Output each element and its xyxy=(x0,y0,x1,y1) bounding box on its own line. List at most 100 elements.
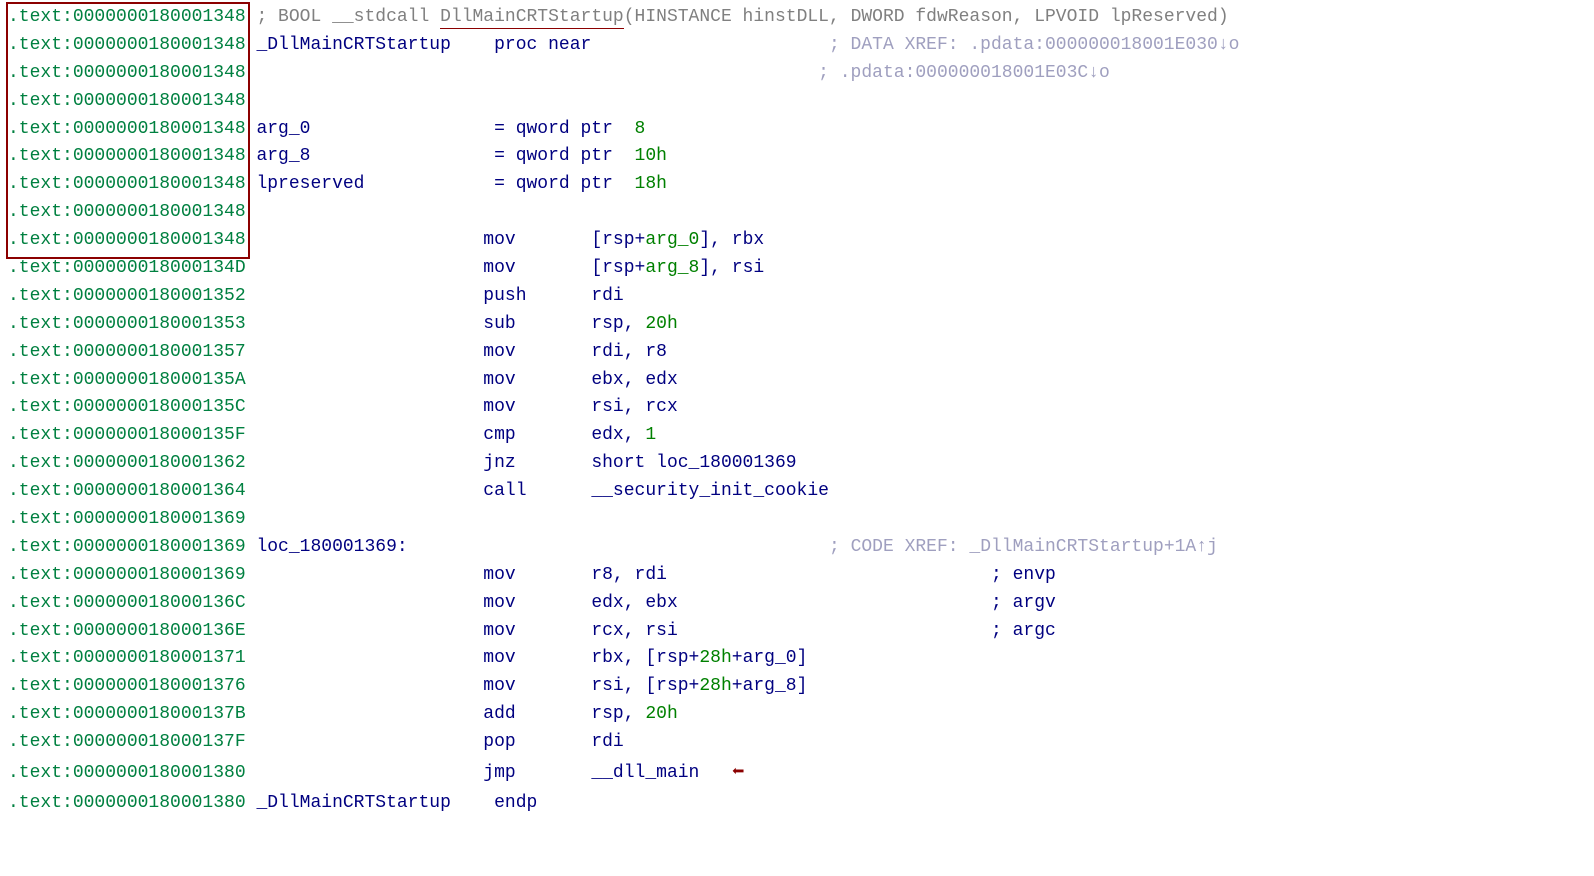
label xyxy=(256,258,483,278)
disasm-line[interactable]: .text:0000000180001380 jmp __dll_main ⬅ xyxy=(8,757,1586,790)
segment-label: .text: xyxy=(8,537,73,557)
xref-comment[interactable]: ; CODE XREF: _DllMainCRTStartup+1A↑j xyxy=(829,537,1218,557)
disasm-line[interactable]: .text:0000000180001348 ; BOOL __stdcall … xyxy=(8,4,1586,32)
disasm-line[interactable]: .text:0000000180001362 jnz short loc_180… xyxy=(8,450,1586,478)
address: 000000018000137B xyxy=(73,704,246,724)
segment-label: .text: xyxy=(8,35,73,55)
address: 0000000180001371 xyxy=(73,648,246,668)
segment-label: .text: xyxy=(8,763,73,783)
disasm-line[interactable]: .text:0000000180001376 mov rsi, [rsp+28h… xyxy=(8,673,1586,701)
label: loc_180001369: xyxy=(256,537,407,557)
label: _DllMainCRTStartup xyxy=(256,793,494,813)
label: arg_0 xyxy=(256,119,494,139)
xref-comment[interactable]: ; .pdata:000000018001E03C↓o xyxy=(818,63,1110,83)
label: _DllMainCRTStartup xyxy=(256,35,494,55)
segment-label: .text: xyxy=(8,397,73,417)
segment-label: .text: xyxy=(8,793,73,813)
disasm-line[interactable]: .text:0000000180001353 sub rsp, 20h xyxy=(8,311,1586,339)
disasm-line[interactable]: .text:0000000180001364 call __security_i… xyxy=(8,478,1586,506)
address: 0000000180001348 xyxy=(73,119,246,139)
segment-label: .text: xyxy=(8,425,73,445)
code-xref-link[interactable]: loc_180001369 xyxy=(656,453,796,473)
disasm-line[interactable]: .text:000000018000136E mov rcx, rsi ; ar… xyxy=(8,618,1586,646)
address: 000000018000136E xyxy=(73,621,246,641)
segment-label: .text: xyxy=(8,7,73,27)
address: 0000000180001380 xyxy=(73,763,246,783)
label xyxy=(256,453,483,473)
disassembly-listing: .text:0000000180001348 ; BOOL __stdcall … xyxy=(8,4,1586,817)
disasm-line[interactable]: .text:0000000180001348 arg_8 = qword ptr… xyxy=(8,143,1586,171)
address: 000000018000137F xyxy=(73,732,246,752)
operand-comment: ; envp xyxy=(991,565,1056,585)
segment-label: .text: xyxy=(8,704,73,724)
segment-label: .text: xyxy=(8,732,73,752)
address: 0000000180001348 xyxy=(73,146,246,166)
address: 0000000180001376 xyxy=(73,676,246,696)
disasm-line[interactable]: .text:0000000180001348 lpreserved = qwor… xyxy=(8,171,1586,199)
code-xref-link[interactable]: __dll_main xyxy=(591,763,699,783)
address: 0000000180001353 xyxy=(73,314,246,334)
disasm-line[interactable]: .text:000000018000137B add rsp, 20h xyxy=(8,701,1586,729)
segment-label: .text: xyxy=(8,593,73,613)
disasm-line[interactable]: .text:000000018000137F pop rdi xyxy=(8,729,1586,757)
label xyxy=(256,763,483,783)
disasm-line[interactable]: .text:0000000180001357 mov rdi, r8 xyxy=(8,339,1586,367)
label xyxy=(256,314,483,334)
segment-label: .text: xyxy=(8,481,73,501)
disasm-line[interactable]: .text:0000000180001369 loc_180001369: ; … xyxy=(8,534,1586,562)
segment-label: .text: xyxy=(8,258,73,278)
disasm-line[interactable]: .text:0000000180001352 push rdi xyxy=(8,283,1586,311)
label xyxy=(256,565,483,585)
disasm-line[interactable]: .text:0000000180001369 mov r8, rdi ; env… xyxy=(8,562,1586,590)
segment-label: .text: xyxy=(8,174,73,194)
address: 000000018000135F xyxy=(73,425,246,445)
xref-comment[interactable]: ; DATA XREF: .pdata:000000018001E030↓o xyxy=(829,35,1239,55)
segment-label: .text: xyxy=(8,648,73,668)
arrow-icon: ⬅ xyxy=(732,762,745,785)
operand-comment: ; argc xyxy=(991,621,1056,641)
segment-label: .text: xyxy=(8,453,73,473)
disasm-line[interactable]: .text:000000018000135F cmp edx, 1 xyxy=(8,422,1586,450)
disasm-line[interactable]: .text:000000018000135C mov rsi, rcx xyxy=(8,394,1586,422)
address: 000000018000135A xyxy=(73,370,246,390)
label xyxy=(256,481,483,501)
label xyxy=(256,230,483,250)
label xyxy=(256,593,483,613)
disasm-line[interactable]: .text:0000000180001348 arg_0 = qword ptr… xyxy=(8,116,1586,144)
disasm-line[interactable]: .text:0000000180001348 xyxy=(8,88,1586,116)
disasm-line[interactable]: .text:0000000180001348 _DllMainCRTStartu… xyxy=(8,32,1586,60)
disasm-line[interactable]: .text:0000000180001380 _DllMainCRTStartu… xyxy=(8,790,1586,818)
signature-args: (HINSTANCE hinstDLL, DWORD fdwReason, LP… xyxy=(624,7,1229,27)
code-xref-link[interactable]: __security_init_cookie xyxy=(591,481,829,501)
disasm-line[interactable]: .text:0000000180001371 mov rbx, [rsp+28h… xyxy=(8,645,1586,673)
address: 0000000180001348 xyxy=(73,202,246,222)
segment-label: .text: xyxy=(8,63,73,83)
disasm-line[interactable]: .text:000000018000136C mov edx, ebx ; ar… xyxy=(8,590,1586,618)
disasm-line[interactable]: .text:000000018000134D mov [rsp+arg_8], … xyxy=(8,255,1586,283)
address: 0000000180001348 xyxy=(73,91,246,111)
address: 0000000180001364 xyxy=(73,481,246,501)
label xyxy=(256,704,483,724)
address: 0000000180001369 xyxy=(73,509,246,529)
segment-label: .text: xyxy=(8,146,73,166)
disasm-line[interactable]: .text:000000018000135A mov ebx, edx xyxy=(8,367,1586,395)
label xyxy=(256,621,483,641)
disasm-line[interactable]: .text:0000000180001348 xyxy=(8,199,1586,227)
segment-label: .text: xyxy=(8,91,73,111)
disasm-line[interactable]: .text:0000000180001369 xyxy=(8,506,1586,534)
disasm-line[interactable]: .text:0000000180001348 mov [rsp+arg_0], … xyxy=(8,227,1586,255)
segment-label: .text: xyxy=(8,202,73,222)
label xyxy=(256,286,483,306)
segment-label: .text: xyxy=(8,314,73,334)
disasm-line[interactable]: .text:0000000180001348 ; .pdata:00000001… xyxy=(8,60,1586,88)
signature-comment: ; BOOL __stdcall xyxy=(256,7,440,27)
segment-label: .text: xyxy=(8,509,73,529)
address: 0000000180001369 xyxy=(73,565,246,585)
label xyxy=(256,397,483,417)
address: 0000000180001369 xyxy=(73,537,246,557)
segment-label: .text: xyxy=(8,565,73,585)
segment-label: .text: xyxy=(8,286,73,306)
address: 0000000180001348 xyxy=(73,7,246,27)
signature-name[interactable]: DllMainCRTStartup xyxy=(440,7,624,29)
label xyxy=(256,732,483,752)
